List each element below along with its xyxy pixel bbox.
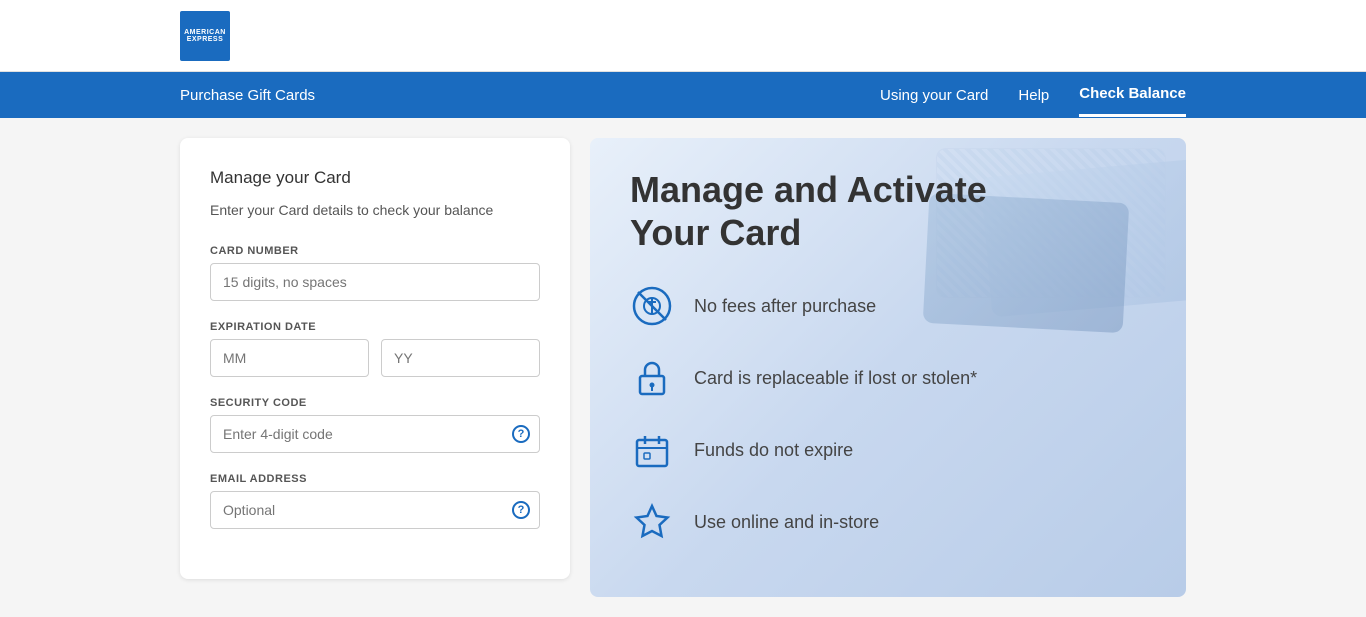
right-title-line2: Your Card [630, 212, 801, 253]
security-info-icon[interactable]: ? [512, 425, 530, 443]
card-number-group: CARD NUMBER [210, 245, 540, 301]
email-input-wrapper: ? [210, 491, 540, 529]
no-fees-icon [630, 284, 674, 328]
email-group: EMAIL ADDRESS ? [210, 473, 540, 529]
right-panel: Manage and Activate Your Card [590, 138, 1186, 597]
logo[interactable]: AMERICAN EXPRESS [180, 11, 230, 61]
feature-no-fees: No fees after purchase [630, 284, 1146, 328]
nav: Purchase Gift Cards Using your Card Help… [0, 72, 1366, 118]
feature-no-expire: Funds do not expire [630, 428, 1146, 472]
nav-check-balance[interactable]: Check Balance [1079, 73, 1186, 117]
nav-using-your-card[interactable]: Using your Card [880, 75, 988, 116]
star-icon [630, 500, 674, 544]
feature-replaceable: Card is replaceable if lost or stolen* [630, 356, 1146, 400]
main-content: Manage your Card Enter your Card details… [0, 118, 1366, 617]
logo-line2: EXPRESS [187, 36, 224, 43]
header: AMERICAN EXPRESS [0, 0, 1366, 72]
feature-replaceable-text: Card is replaceable if lost or stolen* [694, 368, 977, 389]
form-card: Manage your Card Enter your Card details… [180, 138, 570, 579]
feature-no-fees-text: No fees after purchase [694, 296, 876, 317]
left-panel: Manage your Card Enter your Card details… [180, 138, 570, 597]
card-number-input[interactable] [210, 263, 540, 301]
lock-icon [630, 356, 674, 400]
nav-left: Purchase Gift Cards [180, 75, 880, 116]
security-input-wrapper: ? [210, 415, 540, 453]
feature-list: No fees after purchase Card is replaceab… [630, 284, 1146, 544]
right-title-line1: Manage and Activate [630, 169, 987, 210]
security-code-label: SECURITY CODE [210, 397, 540, 409]
security-code-input[interactable] [210, 415, 540, 453]
expiry-year-input[interactable] [381, 339, 540, 377]
logo-box: AMERICAN EXPRESS [180, 11, 230, 61]
form-subtitle: Enter your Card details to check your ba… [210, 200, 540, 221]
feature-online: Use online and in-store [630, 500, 1146, 544]
feature-no-expire-text: Funds do not expire [694, 440, 853, 461]
expiration-label: EXPIRATION DATE [210, 321, 540, 333]
form-title: Manage your Card [210, 168, 540, 188]
nav-right: Using your Card Help Check Balance [880, 73, 1186, 117]
feature-online-text: Use online and in-store [694, 512, 879, 533]
email-input[interactable] [210, 491, 540, 529]
calendar-icon [630, 428, 674, 472]
nav-purchase-gift-cards[interactable]: Purchase Gift Cards [180, 75, 315, 116]
security-code-group: SECURITY CODE ? [210, 397, 540, 453]
nav-help[interactable]: Help [1018, 75, 1049, 116]
email-info-icon[interactable]: ? [512, 501, 530, 519]
logo-line1: AMERICAN [184, 29, 226, 36]
email-label: EMAIL ADDRESS [210, 473, 540, 485]
expiration-group: EXPIRATION DATE [210, 321, 540, 377]
card-number-label: CARD NUMBER [210, 245, 540, 257]
expiry-row [210, 339, 540, 377]
right-title: Manage and Activate Your Card [630, 168, 1146, 254]
expiry-month-input[interactable] [210, 339, 369, 377]
right-content: Manage and Activate Your Card [590, 138, 1186, 574]
